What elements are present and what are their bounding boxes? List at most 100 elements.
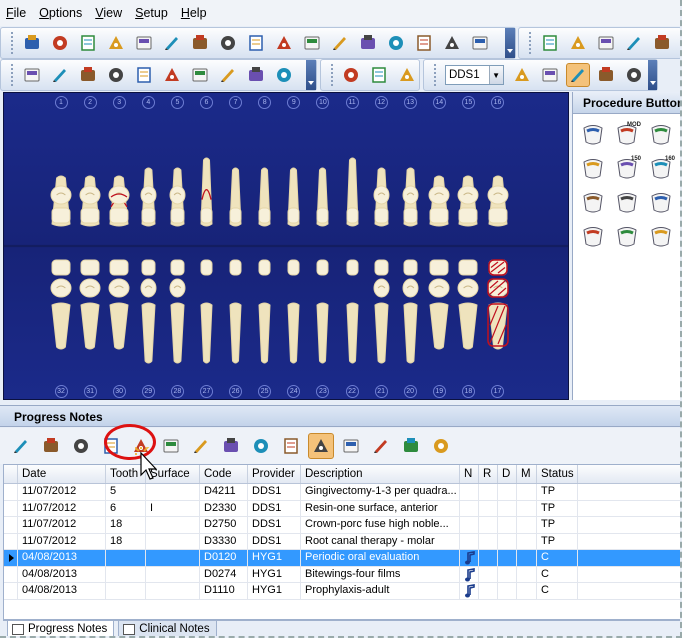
tooth[interactable] [458,259,478,279]
tooth[interactable] [488,207,508,227]
tooth-active-icon[interactable] [308,433,334,459]
tooth-number[interactable]: 27 [200,385,213,398]
table-row[interactable]: 11/07/2012 5 D4211 DDS1 Gingivectomy-1-3 per… [4,484,680,501]
crown-icon[interactable] [579,122,607,148]
note-icon[interactable] [464,567,476,582]
xray-bw-icon[interactable] [647,190,675,216]
tooth[interactable] [458,207,478,227]
tooth-number[interactable]: 15 [461,96,475,109]
tooth-number[interactable]: 4 [141,96,155,109]
cup-icon[interactable] [328,31,352,55]
tooth[interactable] [346,259,359,279]
tooth[interactable] [50,278,72,301]
mod-icon[interactable]: MOD [613,122,641,148]
tooth-number[interactable]: 9 [287,96,301,109]
toolbar-grip[interactable] [434,64,437,86]
grid-icon[interactable] [300,31,324,55]
col-d[interactable]: D [498,465,517,483]
table-row[interactable]: 11/07/2012 18 D3330 DDS1 Root canal therapy … [4,533,680,550]
tooth[interactable] [258,207,271,227]
check-circle-icon[interactable] [594,63,618,87]
calculator-icon[interactable] [428,433,454,459]
tooth-number[interactable]: 30 [112,385,126,398]
tooth[interactable] [486,302,509,350]
toolbar-overflow-button[interactable] [505,28,515,58]
toolbar-grip[interactable] [529,32,532,54]
col-m[interactable]: M [517,465,537,483]
tooth[interactable] [402,302,419,364]
tooth-chart[interactable]: 1 2 3 4 5 6 7 8 9 10 11 12 13 14 15 16 32 31 30 29 28 27 26 25 2… [3,92,569,400]
tooth[interactable] [457,302,479,350]
tooth[interactable] [200,207,213,227]
tooth[interactable] [486,278,509,301]
tooth[interactable] [287,207,300,227]
tooth[interactable] [286,302,301,364]
tick-icon[interactable] [248,433,274,459]
tooth-number[interactable]: 32 [54,385,68,398]
col-description[interactable]: Description [301,465,460,483]
onlay-icon[interactable] [647,122,675,148]
tooth[interactable] [402,185,419,208]
tooth[interactable] [429,207,449,227]
tooth[interactable] [487,185,509,208]
tooth-number[interactable]: 22 [345,385,359,398]
tooth[interactable] [169,278,186,301]
tooth-number[interactable]: 11 [345,96,359,109]
tooth[interactable] [141,259,156,279]
table-row[interactable]: 11/07/2012 6 I D2330 DDS1 Resin-one surface, … [4,500,680,517]
tooth-number[interactable]: 20 [403,385,417,398]
tooth[interactable] [50,302,72,350]
tooth[interactable] [287,259,300,279]
tooth-number[interactable]: 23 [316,385,330,398]
tooth[interactable] [79,278,101,301]
window-icon[interactable] [398,433,424,459]
provider-select[interactable]: DDS1 ▼ [444,65,504,85]
tooth[interactable] [457,185,479,208]
tooth[interactable] [229,207,242,227]
chair-icon[interactable] [104,31,128,55]
tab-clinical-notes[interactable]: Clinical Notes [118,621,217,636]
menu-setup[interactable]: Setup [135,6,168,20]
tooth[interactable] [108,278,130,301]
tooth[interactable] [109,259,129,279]
tooth-number[interactable]: 26 [229,385,243,398]
tooth-number[interactable]: 13 [403,96,417,109]
tooth-number[interactable]: 31 [83,385,97,398]
xray-icon[interactable] [188,63,212,87]
tooth-star-icon[interactable] [395,63,419,87]
loop-icon[interactable] [244,63,268,87]
tooth-active-icon[interactable] [565,63,590,87]
note-icon[interactable] [464,584,476,598]
note-icon[interactable] [464,551,476,565]
tab-progress-notes[interactable]: Progress Notes [7,621,115,636]
fax-icon[interactable] [76,63,100,87]
tooth[interactable] [140,185,157,208]
tooth-number[interactable]: 10 [316,96,330,109]
tooth[interactable] [169,302,186,364]
tooth-number[interactable]: 25 [258,385,272,398]
tooth[interactable] [374,207,389,227]
cell-n[interactable] [460,566,479,582]
door-icon[interactable] [384,31,408,55]
endo-icon[interactable] [579,156,607,182]
tooth[interactable] [229,259,242,279]
tooth[interactable] [346,207,359,227]
col-n[interactable]: N [460,465,479,483]
cell-n[interactable] [460,583,479,599]
tooth[interactable] [140,302,157,364]
person-icon[interactable] [538,31,562,55]
syringe-icon[interactable] [160,63,184,87]
implant-icon[interactable] [367,63,391,87]
tooth[interactable] [79,185,101,208]
printer-icon[interactable] [48,63,72,87]
tooth[interactable] [428,302,450,350]
tablet-icon[interactable] [622,31,646,55]
pen-icon[interactable] [160,31,184,55]
phone-icon[interactable] [338,433,364,459]
tooth[interactable] [316,259,329,279]
tooth[interactable] [170,207,185,227]
tooth-number[interactable]: 1 [54,96,68,109]
tooth-number[interactable]: 21 [374,385,388,398]
paper-icon[interactable] [216,63,240,87]
xray-pano-icon[interactable] [613,190,641,216]
